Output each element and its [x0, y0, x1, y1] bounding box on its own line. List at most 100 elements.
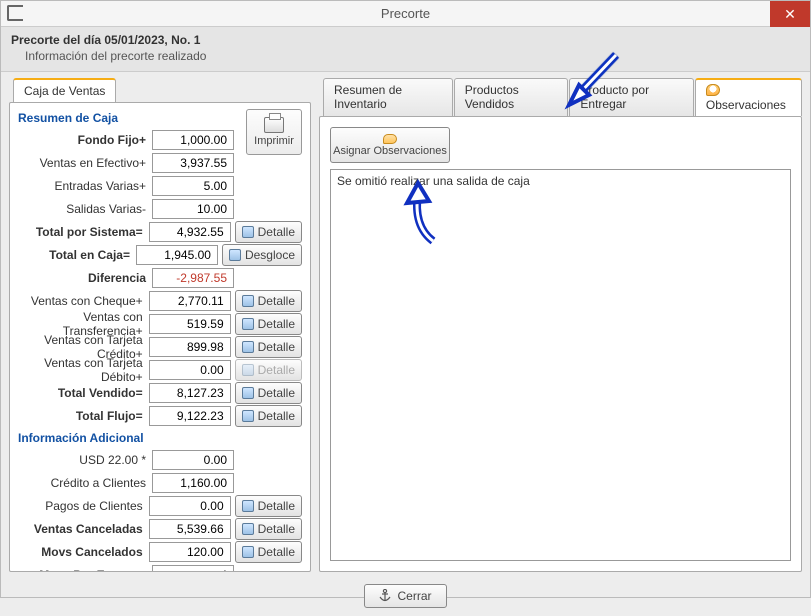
detalle-pagos-clientes[interactable]: Detalle	[235, 495, 302, 517]
desgloce-button[interactable]: Desgloce	[222, 244, 302, 266]
app-icon	[7, 5, 23, 21]
label-movs-cancelados: Movs Cancelados	[18, 545, 149, 559]
row-total-vendido: Total Vendido= Detalle	[18, 382, 302, 404]
value-entradas-varias[interactable]	[152, 176, 234, 196]
value-ventas-cheque[interactable]	[149, 291, 231, 311]
assign-observaciones-button[interactable]: Asignar Observaciones	[330, 127, 450, 163]
row-movs-cancelados: Movs Cancelados Detalle	[18, 541, 302, 563]
detalle-total-flujo[interactable]: Detalle	[235, 405, 302, 427]
observaciones-textarea[interactable]: Se omitió realizar una salida de caja	[330, 169, 791, 561]
row-total-caja: Total en Caja= Desgloce	[18, 244, 302, 266]
right-column: Resumen de Inventario Productos Vendidos…	[319, 78, 802, 572]
value-ventas-tc[interactable]	[149, 337, 231, 357]
row-credito-clientes: Crédito a Clientes	[18, 472, 302, 494]
label-salidas-varias: Salidas Varias-	[18, 202, 152, 216]
cerrar-label: Cerrar	[397, 589, 431, 603]
row-entradas-varias: Entradas Varias+	[18, 175, 302, 197]
header-subtitle: Información del precorte realizado	[25, 49, 800, 63]
detail-icon	[242, 523, 254, 535]
tab-resumen-inventario[interactable]: Resumen de Inventario	[323, 78, 453, 116]
row-ventas-efectivo: Ventas en Efectivo+	[18, 152, 302, 174]
speech-bubble-icon	[383, 134, 397, 144]
detalle-label: Detalle	[258, 294, 295, 308]
value-ventas-canceladas[interactable]	[149, 519, 231, 539]
detail-icon	[242, 410, 254, 422]
label-ventas-canceladas: Ventas Canceladas	[18, 522, 149, 536]
tab-caja-ventas[interactable]: Caja de Ventas	[13, 78, 116, 102]
tab-producto-por-entregar[interactable]: Producto por Entregar	[569, 78, 694, 116]
value-total-sistema[interactable]	[149, 222, 231, 242]
value-salidas-varias[interactable]	[152, 199, 234, 219]
window-root: Precorte ✕ Precorte del día 05/01/2023, …	[0, 0, 811, 598]
window-close-button[interactable]: ✕	[770, 1, 810, 27]
detalle-label: Detalle	[258, 409, 295, 423]
left-column: Caja de Ventas Imprimir Resumen de Caja …	[9, 78, 311, 572]
label-ventas-td: Ventas con Tarjeta Débito+	[18, 356, 149, 384]
value-total-caja[interactable]	[136, 245, 218, 265]
right-panel: Asignar Observaciones Se omitió realizar…	[319, 116, 802, 572]
value-movs-por-entregar[interactable]	[152, 565, 234, 572]
detail-icon	[242, 318, 254, 330]
value-pagos-clientes[interactable]	[149, 496, 231, 516]
titlebar: Precorte ✕	[1, 1, 810, 27]
row-ventas-td: Ventas con Tarjeta Débito+ Detalle	[18, 359, 302, 381]
detail-icon	[242, 226, 254, 238]
detalle-ventas-canceladas[interactable]: Detalle	[235, 518, 302, 540]
detail-icon	[242, 364, 254, 376]
assign-observaciones-label: Asignar Observaciones	[333, 145, 447, 157]
row-diferencia: Diferencia	[18, 267, 302, 289]
value-ventas-transfer[interactable]	[149, 314, 231, 334]
detalle-movs-cancelados[interactable]: Detalle	[235, 541, 302, 563]
label-ventas-cheque: Ventas con Cheque+	[18, 294, 149, 308]
section-informacion-adicional: Información Adicional	[18, 431, 302, 445]
printer-icon	[264, 117, 284, 133]
value-usd[interactable]	[152, 450, 234, 470]
row-usd: USD 22.00 *	[18, 449, 302, 471]
value-fondo-fijo[interactable]	[152, 130, 234, 150]
row-total-flujo: Total Flujo= Detalle	[18, 405, 302, 427]
row-ventas-canceladas: Ventas Canceladas Detalle	[18, 518, 302, 540]
label-ventas-efectivo: Ventas en Efectivo+	[18, 156, 152, 170]
detalle-label: Detalle	[258, 340, 295, 354]
cerrar-button[interactable]: Cerrar	[364, 584, 446, 608]
detalle-ventas-tc[interactable]: Detalle	[235, 336, 302, 358]
footer: Cerrar	[1, 576, 810, 616]
detalle-ventas-transfer[interactable]: Detalle	[235, 313, 302, 335]
value-total-vendido[interactable]	[149, 383, 231, 403]
detail-icon	[242, 500, 254, 512]
print-button[interactable]: Imprimir	[246, 109, 302, 155]
detail-icon	[242, 295, 254, 307]
label-diferencia: Diferencia	[18, 271, 152, 285]
window-title: Precorte	[381, 6, 430, 21]
label-usd: USD 22.00 *	[18, 453, 152, 467]
detalle-total-vendido[interactable]: Detalle	[235, 382, 302, 404]
header-band: Precorte del día 05/01/2023, No. 1 Infor…	[1, 27, 810, 72]
row-total-sistema: Total por Sistema= Detalle	[18, 221, 302, 243]
label-pagos-clientes: Pagos de Clientes	[18, 499, 149, 513]
print-label: Imprimir	[254, 135, 294, 147]
detalle-total-sistema[interactable]: Detalle	[235, 221, 302, 243]
label-total-caja: Total en Caja=	[18, 248, 136, 262]
row-ventas-cheque: Ventas con Cheque+ Detalle	[18, 290, 302, 312]
detalle-label: Detalle	[258, 317, 295, 331]
left-panel: Imprimir Resumen de Caja Fondo Fijo+ Ven…	[9, 102, 311, 572]
value-credito-clientes[interactable]	[152, 473, 234, 493]
detalle-label: Detalle	[258, 363, 295, 377]
detalle-label: Detalle	[258, 386, 295, 400]
anchor-icon	[379, 589, 391, 603]
tab-productos-vendidos[interactable]: Productos Vendidos	[454, 78, 569, 116]
detalle-label: Detalle	[258, 499, 295, 513]
row-movs-por-entregar: Movs Por Entregar	[18, 564, 302, 572]
value-ventas-efectivo[interactable]	[152, 153, 234, 173]
detalle-label: Detalle	[258, 225, 295, 239]
value-ventas-td[interactable]	[149, 360, 231, 380]
label-movs-por-entregar: Movs Por Entregar	[18, 568, 152, 572]
label-credito-clientes: Crédito a Clientes	[18, 476, 152, 490]
value-total-flujo[interactable]	[149, 406, 231, 426]
value-movs-cancelados[interactable]	[149, 542, 231, 562]
value-diferencia[interactable]	[152, 268, 234, 288]
tab-observaciones[interactable]: Observaciones	[695, 78, 802, 116]
detalle-label: Detalle	[258, 522, 295, 536]
detalle-ventas-cheque[interactable]: Detalle	[235, 290, 302, 312]
row-ventas-transfer: Ventas con Transferencia+ Detalle	[18, 313, 302, 335]
